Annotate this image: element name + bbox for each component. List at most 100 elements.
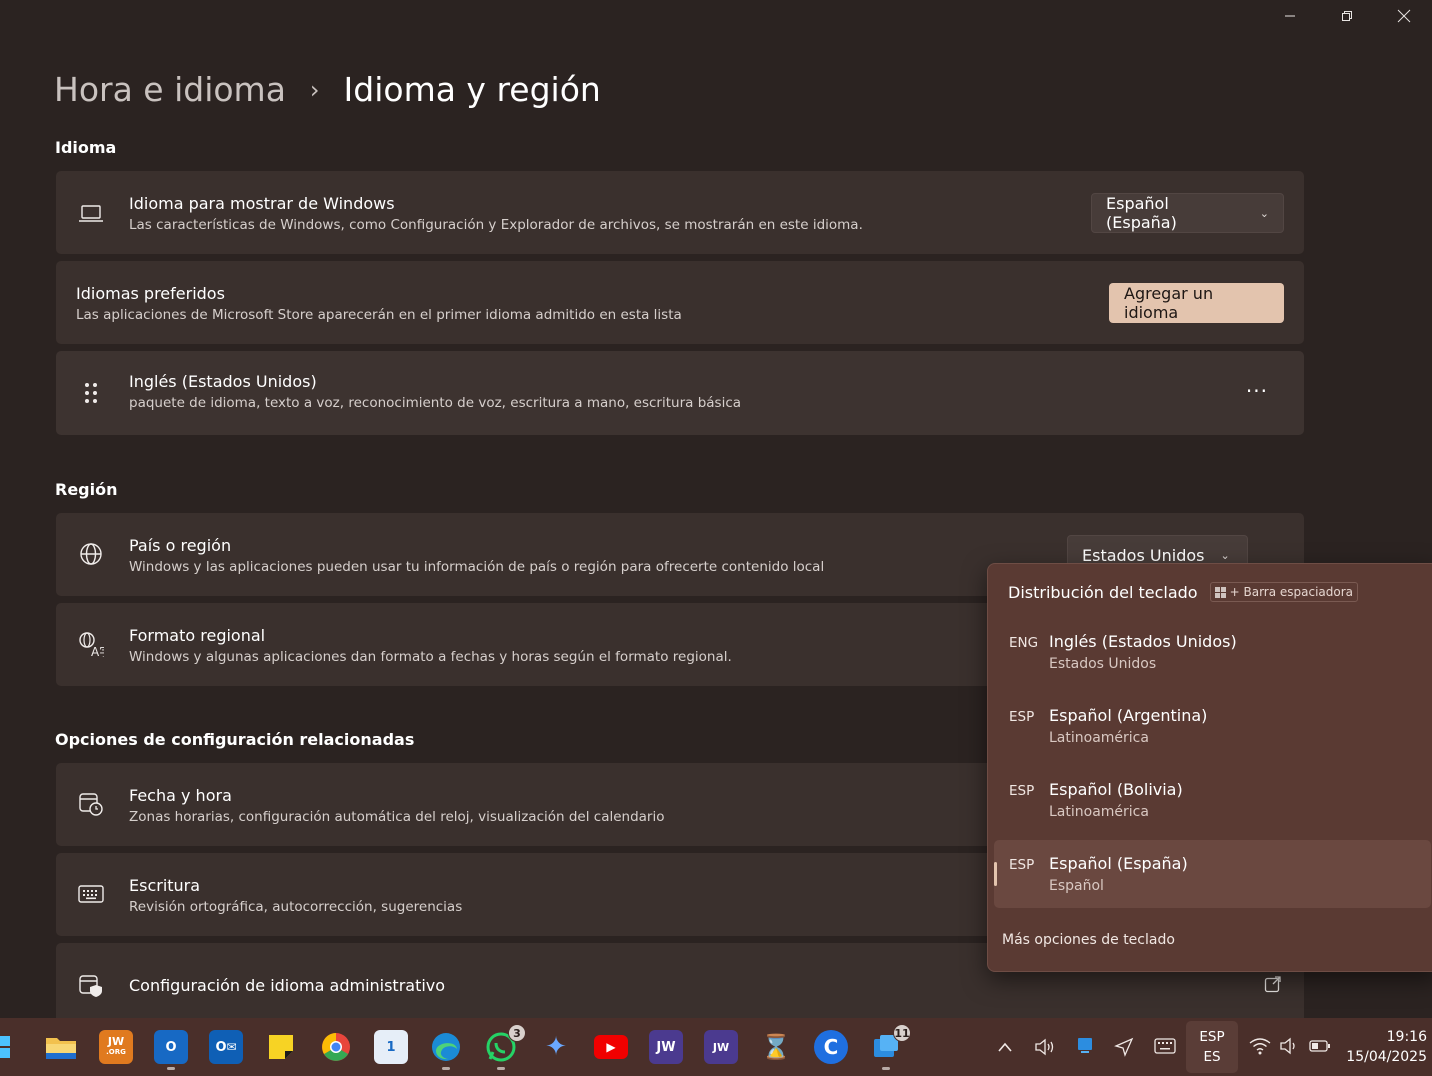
- svg-text:A字: A字: [91, 644, 104, 657]
- display-language-selected: Español (España): [1106, 194, 1177, 232]
- youtube-icon[interactable]: ▶: [594, 1035, 628, 1059]
- location-tray-icon[interactable]: [1114, 1037, 1134, 1062]
- date-time-title: Fecha y hora: [129, 786, 232, 805]
- shield-calendar-icon: [78, 973, 104, 999]
- drag-handle-icon[interactable]: [78, 380, 104, 406]
- windows-key-icon: [1214, 586, 1226, 598]
- keyboard-layout-item-selected[interactable]: ESP Español (España) Español: [994, 840, 1431, 908]
- layout-region: Estados Unidos: [1049, 656, 1157, 672]
- close-icon: [1397, 9, 1410, 23]
- hourglass-icon[interactable]: ⌛: [759, 1030, 793, 1064]
- chevron-up-icon[interactable]: [997, 1038, 1013, 1058]
- breadcrumb-parent[interactable]: Hora e idioma: [54, 68, 286, 112]
- keyboard-layout-item[interactable]: ESP Español (Bolivia) Latinoamérica: [994, 774, 1431, 842]
- jw-library-icon[interactable]: JW: [649, 1030, 683, 1064]
- jw-library-sign-icon[interactable]: JW: [704, 1030, 738, 1064]
- layout-region: Latinoamérica: [1049, 804, 1149, 820]
- layout-name: Inglés (Estados Unidos): [1049, 632, 1237, 651]
- battery-icon[interactable]: [1309, 1038, 1331, 1059]
- defender-tray-icon[interactable]: [1075, 1036, 1095, 1061]
- outlook-icon[interactable]: O ✉: [209, 1030, 243, 1064]
- language-format-icon: A字: [78, 631, 104, 657]
- preferred-languages-title: Idiomas preferidos: [76, 284, 225, 303]
- display-language-description: Las características de Windows, como Con…: [129, 217, 863, 233]
- layout-code: ESP: [1009, 783, 1035, 799]
- shortcut-plus: +: [1229, 585, 1240, 599]
- more-keyboard-options-link[interactable]: Más opciones de teclado: [1002, 932, 1175, 948]
- external-link-icon[interactable]: [1264, 975, 1282, 997]
- task-app-icon[interactable]: 11: [869, 1024, 911, 1064]
- notification-badge: 11: [893, 1024, 911, 1042]
- sticky-notes-icon[interactable]: [264, 1030, 298, 1064]
- chevron-down-icon: ⌄: [1259, 206, 1269, 220]
- more-options-button[interactable]: ···: [1246, 379, 1268, 403]
- display-language-title: Idioma para mostrar de Windows: [129, 194, 395, 213]
- regional-format-description: Windows y algunas aplicaciones dan forma…: [129, 649, 732, 665]
- touch-keyboard-icon[interactable]: [1154, 1038, 1176, 1059]
- country-region-title: País o región: [129, 536, 232, 555]
- country-region-description: Windows y las aplicaciones pueden usar t…: [129, 559, 825, 575]
- file-explorer-icon[interactable]: [44, 1030, 78, 1064]
- running-indicator: [442, 1067, 450, 1070]
- language-line2: ES: [1203, 1049, 1221, 1065]
- language-line1: ESP: [1199, 1029, 1225, 1045]
- laptop-icon: [78, 200, 104, 226]
- display-language-dropdown[interactable]: Español (España) ⌄: [1091, 193, 1284, 233]
- system-clock[interactable]: 19:16 15/04/2025: [1346, 1027, 1427, 1067]
- wifi-icon[interactable]: [1249, 1037, 1271, 1060]
- ccleaner-icon[interactable]: C: [814, 1030, 848, 1064]
- date-time-description: Zonas horarias, configuración automática…: [129, 809, 665, 825]
- copilot-icon[interactable]: ✦: [539, 1030, 573, 1064]
- keyboard-icon: [78, 881, 104, 907]
- running-indicator: [167, 1067, 175, 1070]
- typing-title: Escritura: [129, 876, 201, 895]
- country-region-selected: Estados Unidos: [1082, 545, 1205, 565]
- calendar-clock-icon: [78, 791, 104, 817]
- chrome-icon[interactable]: [319, 1030, 353, 1064]
- minimize-icon: [1284, 15, 1295, 17]
- layout-name: Español (España): [1049, 854, 1188, 873]
- flyout-title: Distribución del teclado: [1008, 582, 1198, 602]
- regional-format-title: Formato regional: [129, 626, 266, 645]
- layout-code: ESP: [1009, 709, 1035, 725]
- notification-badge: 3: [508, 1024, 526, 1042]
- volume-tray-icon[interactable]: [1034, 1038, 1056, 1061]
- section-title-related: Opciones de configuración relacionadas: [55, 730, 415, 749]
- input-language-indicator[interactable]: ESP ES: [1186, 1021, 1238, 1073]
- outlook-new-icon[interactable]: O: [154, 1030, 188, 1064]
- breadcrumb-separator-icon: ›: [309, 76, 320, 104]
- keyboard-shortcut-hint: + Barra espaciadora: [1209, 582, 1359, 602]
- minimize-button[interactable]: [1261, 0, 1318, 32]
- layout-region: Español: [1049, 878, 1104, 894]
- restore-button[interactable]: [1318, 0, 1375, 32]
- speaker-icon[interactable]: [1279, 1037, 1299, 1060]
- start-button[interactable]: [0, 1030, 16, 1064]
- installed-language-description: paquete de idioma, texto a voz, reconoci…: [129, 395, 742, 411]
- section-title-language: Idioma: [55, 138, 117, 157]
- section-title-region: Región: [55, 480, 118, 499]
- running-indicator: [882, 1067, 890, 1070]
- selection-indicator: [994, 862, 997, 886]
- calendar-icon[interactable]: 1: [374, 1030, 408, 1064]
- settings-window: Hora e idioma › Idioma y región Idioma I…: [0, 0, 1432, 1018]
- clock-time: 19:16: [1386, 1029, 1427, 1045]
- keyboard-layout-item[interactable]: ENG Inglés (Estados Unidos) Estados Unid…: [994, 626, 1431, 694]
- display-language-card[interactable]: Idioma para mostrar de Windows Las carac…: [56, 171, 1304, 254]
- restore-icon: [1341, 11, 1352, 21]
- admin-language-title: Configuración de idioma administrativo: [129, 976, 446, 995]
- layout-name: Español (Argentina): [1049, 706, 1208, 725]
- layout-region: Latinoamérica: [1049, 730, 1149, 746]
- whatsapp-icon[interactable]: 3: [484, 1024, 526, 1064]
- layout-code: ESP: [1009, 857, 1035, 873]
- edge-icon[interactable]: [429, 1030, 463, 1064]
- add-language-button[interactable]: Agregar un idioma: [1109, 283, 1284, 323]
- window-controls: [1261, 0, 1432, 32]
- windows-start-icon: [0, 1036, 10, 1058]
- keyboard-layout-item[interactable]: ESP Español (Argentina) Latinoamérica: [994, 700, 1431, 768]
- installed-language-card[interactable]: Inglés (Estados Unidos) paquete de idiom…: [56, 351, 1304, 435]
- preferred-languages-card: Idiomas preferidos Las aplicaciones de M…: [56, 261, 1304, 344]
- jw-org-icon[interactable]: JW .ORG: [99, 1030, 133, 1064]
- close-button[interactable]: [1375, 0, 1432, 32]
- breadcrumb: Hora e idioma › Idioma y región: [54, 68, 601, 112]
- globe-icon: [78, 541, 104, 567]
